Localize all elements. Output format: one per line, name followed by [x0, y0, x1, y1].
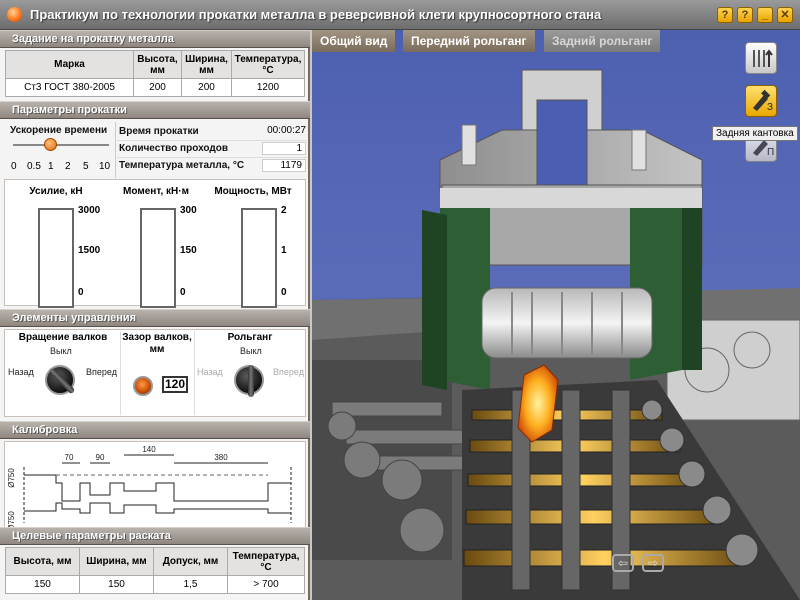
back-tilter-button[interactable]: З — [745, 85, 777, 117]
calib-top-dim: 90 — [96, 453, 105, 462]
rollertable-state: Выкл — [240, 346, 262, 356]
scene-viewport[interactable]: Общий вид Передний рольганг Задний рольг… — [312, 30, 800, 600]
force-gauge-label: Усилие, кН — [29, 186, 83, 197]
torque-gauge — [140, 208, 176, 308]
gap-label: Зазор валков, мм — [122, 332, 192, 355]
task-cell-width: 200 — [181, 78, 232, 97]
rollertable-forward-label: Вперед — [273, 367, 304, 377]
accel-slider-thumb[interactable] — [44, 138, 57, 151]
target-header-width: Ширина, мм — [79, 547, 154, 576]
target-header-tolerance: Допуск, мм — [153, 547, 228, 576]
force-tick-mid: 1500 — [78, 245, 101, 256]
rotation-switch-knob[interactable] — [45, 365, 76, 395]
accel-tick: 0 — [11, 161, 17, 172]
minimize-button[interactable]: _ — [757, 7, 773, 23]
title-bar: Практикум по технологии прокатки металла… — [0, 0, 800, 30]
torque-tick-max: 300 — [180, 205, 197, 216]
target-header-height: Высота, мм — [5, 547, 80, 576]
power-tick-max: 2 — [281, 205, 287, 216]
divider — [117, 140, 307, 141]
rotation-forward-label: Вперед — [86, 367, 117, 377]
info-button[interactable]: ? — [717, 7, 733, 23]
accel-label: Ускорение времени — [10, 125, 108, 136]
tab-back-roller-table[interactable]: Задний рольганг — [544, 30, 661, 52]
divider — [115, 122, 116, 178]
force-tick-min: 0 — [78, 287, 84, 298]
task-header-grade: Марка — [5, 50, 134, 79]
power-tick-min: 0 — [281, 287, 287, 298]
app-window: Практикум по технологии прокатки металла… — [0, 0, 800, 600]
task-header-temp: Температура, °С — [231, 50, 305, 79]
divider — [120, 331, 121, 415]
rolling-mill-scene — [312, 69, 800, 600]
target-header-temp: Температура, °С — [227, 547, 305, 576]
tab-general-view[interactable]: Общий вид — [312, 30, 396, 52]
rollertable-back-label: Назад — [197, 367, 223, 377]
tooltip: Задняя кантовка — [712, 126, 798, 141]
force-gauge — [38, 208, 74, 308]
task-header-width: Ширина, мм — [181, 50, 232, 79]
app-logo-icon — [7, 7, 22, 22]
accel-tick: 2 — [65, 161, 71, 172]
front-tilter-sub: П — [767, 147, 775, 158]
help-button[interactable]: ? — [737, 7, 753, 23]
rotation-state: Выкл — [50, 346, 72, 356]
app-title: Практикум по технологии прокатки металла… — [30, 7, 602, 22]
camera-right-button[interactable]: ⇨ — [642, 554, 664, 572]
temp-value: 1179 — [262, 159, 306, 172]
task-header-height: Высота, мм — [133, 50, 182, 79]
torque-gauge-label: Момент, кН·м — [123, 186, 189, 197]
rotation-label: Вращение валков — [18, 332, 108, 343]
accel-slider-track[interactable] — [13, 144, 109, 146]
accel-tick: 5 — [83, 161, 89, 172]
torque-tick-min: 0 — [180, 287, 186, 298]
power-tick-mid: 1 — [281, 245, 287, 256]
calibration-section-header: Калибровка — [0, 421, 310, 439]
back-tilter-sub: З — [767, 102, 774, 113]
task-table: Марка Высота, мм Ширина, мм Температура,… — [5, 50, 305, 97]
force-tick-max: 3000 — [78, 205, 101, 216]
camera-left-button[interactable]: ⇦ — [612, 554, 634, 572]
calib-top-dim: 380 — [214, 453, 228, 462]
accel-tick: 0.5 — [27, 161, 41, 172]
close-button[interactable]: ✕ — [777, 7, 793, 23]
target-cell-temp: > 700 — [227, 575, 305, 594]
time-value: 00:00:27 — [267, 125, 306, 136]
time-label: Время прокатки — [119, 126, 199, 137]
power-gauge — [241, 208, 277, 308]
divider — [194, 331, 195, 415]
target-cell-height: 150 — [5, 575, 80, 594]
calib-top-dim: 140 — [142, 445, 156, 454]
calib-side-dim: Ø750 — [7, 468, 16, 488]
roller-lines-icon — [753, 49, 773, 67]
gap-value-display[interactable]: 120 — [162, 376, 188, 393]
rotation-back-label: Назад — [8, 367, 34, 377]
rollertable-label: Рольганг — [227, 332, 273, 343]
calib-top-dim: 70 — [65, 453, 74, 462]
target-table: Высота, мм Ширина, мм Допуск, мм Темпера… — [5, 547, 305, 594]
task-cell-height: 200 — [133, 78, 182, 97]
accel-tick: 10 — [99, 161, 111, 172]
task-cell-temp: 1200 — [231, 78, 305, 97]
target-section-header: Целевые параметры раската — [0, 527, 310, 545]
task-cell-grade: Ст3 ГОСТ 380-2005 — [5, 78, 134, 97]
torque-tick-mid: 150 — [180, 245, 197, 256]
rollertable-switch-knob[interactable] — [234, 365, 264, 397]
power-gauge-label: Мощность, МВт — [214, 186, 292, 197]
params-section-header: Параметры прокатки — [0, 101, 310, 119]
controls-section-header: Элементы управления — [0, 309, 310, 327]
target-cell-tolerance: 1,5 — [153, 575, 228, 594]
target-cell-width: 150 — [79, 575, 154, 594]
temp-label: Температура металла, °С — [119, 160, 245, 171]
passes-value: 1 — [262, 142, 306, 155]
tab-front-roller-table[interactable]: Передний рольганг — [403, 30, 535, 52]
left-panel: Задание на прокатку металла Марка Высота… — [0, 30, 310, 600]
passes-label: Количество проходов — [119, 143, 228, 154]
divider — [117, 157, 307, 158]
task-section-header: Задание на прокатку металла — [0, 30, 310, 48]
accel-tick: 1 — [48, 161, 54, 172]
gap-adjust-knob[interactable] — [133, 376, 153, 396]
roller-lines-button[interactable] — [745, 42, 777, 74]
